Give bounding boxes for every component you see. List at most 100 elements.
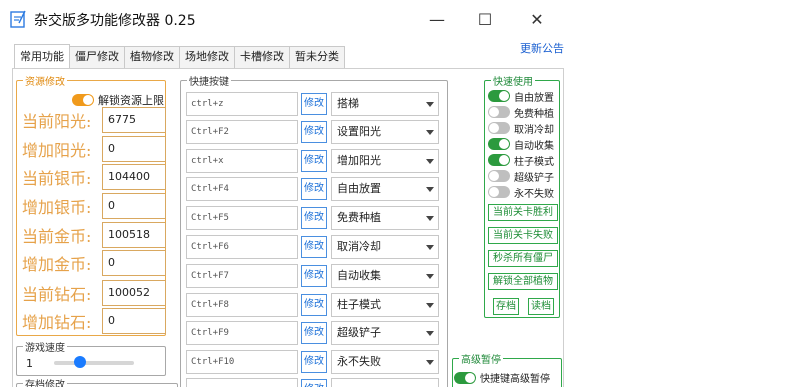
- quick-toggle-label: 永不失败: [514, 188, 554, 200]
- update-notice-link[interactable]: 更新公告: [520, 40, 564, 56]
- tab-field[interactable]: 场地修改: [179, 46, 235, 68]
- add-gold-input[interactable]: 0: [102, 250, 166, 276]
- blank-background: [568, 0, 800, 387]
- hotkey-action-value: 永不失败: [337, 355, 381, 368]
- hotkey-action-select[interactable]: 超级铲子: [331, 321, 439, 345]
- dropdown-arrow-icon: [426, 245, 434, 250]
- hotkey-modify-button[interactable]: 修改: [301, 93, 327, 115]
- hotkey-input[interactable]: Ctrl+F2: [186, 120, 298, 144]
- hotkey-modify-button[interactable]: 修改: [301, 207, 327, 229]
- super-shovel-toggle[interactable]: [488, 170, 510, 182]
- dropdown-arrow-icon: [426, 303, 434, 308]
- hotkey-action-select[interactable]: 自由放置: [331, 177, 439, 201]
- dropdown-arrow-icon: [426, 331, 434, 336]
- hotkey-modify-button[interactable]: 修改: [301, 265, 327, 287]
- resource-row: 当前钻石: 100052: [22, 280, 166, 306]
- unlock-all-plants-button[interactable]: 解锁全部植物: [488, 273, 558, 290]
- advanced-pause-control[interactable]: 快捷键高级暂停: [454, 370, 550, 385]
- current-sun-label: 当前阳光:: [22, 112, 92, 131]
- hotkey-input[interactable]: Ctrl+F8: [186, 293, 298, 317]
- advanced-pause-toggle[interactable]: [454, 371, 476, 384]
- hotkey-modify-button[interactable]: 修改: [301, 322, 327, 344]
- quick-toggle-row[interactable]: 取消冷却: [488, 122, 554, 136]
- save-game-button[interactable]: 存档: [493, 298, 519, 315]
- hotkey-row: Ctrl+F10 修改 永不失败: [186, 350, 439, 374]
- no-cooldown-toggle[interactable]: [488, 122, 510, 134]
- hotkey-action-value: 超级铲子: [337, 326, 381, 339]
- tab-zombie[interactable]: 僵尸修改: [69, 46, 125, 68]
- hotkey-modify-button[interactable]: 修改: [301, 379, 327, 387]
- current-silver-input[interactable]: 104400: [102, 164, 166, 190]
- hotkey-input[interactable]: [186, 378, 298, 387]
- quick-toggle-row[interactable]: 自动收集: [488, 138, 554, 152]
- hotkey-input[interactable]: Ctrl+F4: [186, 177, 298, 201]
- tab-common[interactable]: 常用功能: [14, 44, 70, 68]
- close-button[interactable]: ✕: [522, 6, 552, 32]
- quick-toggle-label: 柱子模式: [514, 156, 554, 168]
- free-place-toggle[interactable]: [488, 90, 510, 102]
- hotkey-action-select[interactable]: 搭梯: [331, 92, 439, 116]
- quick-toggle-row[interactable]: 柱子模式: [488, 154, 554, 168]
- add-silver-input[interactable]: 0: [102, 193, 166, 219]
- unlock-limit-toggle[interactable]: [72, 94, 94, 106]
- tab-card-slot[interactable]: 卡槽修改: [234, 46, 290, 68]
- hotkey-modify-button[interactable]: 修改: [301, 150, 327, 172]
- kill-all-zombies-button[interactable]: 秒杀所有僵尸: [488, 250, 558, 267]
- minimize-button[interactable]: —: [422, 6, 452, 32]
- game-speed-slider-track[interactable]: [54, 361, 134, 365]
- tab-bar: 常用功能 僵尸修改 植物修改 场地修改 卡槽修改 暂未分类: [14, 44, 345, 68]
- hotkey-input[interactable]: ctrl+x: [186, 149, 298, 173]
- quick-toggle-row[interactable]: 自由放置: [488, 90, 554, 104]
- auto-collect-toggle[interactable]: [488, 138, 510, 150]
- quick-toggle-row[interactable]: 超级铲子: [488, 170, 554, 184]
- hotkey-input[interactable]: Ctrl+F9: [186, 321, 298, 345]
- hotkey-action-value: 柱子模式: [337, 298, 381, 311]
- current-diamond-input[interactable]: 100052: [102, 280, 166, 306]
- quick-use-title: 快速使用: [491, 73, 535, 88]
- lose-level-button[interactable]: 当前关卡失败: [488, 227, 558, 244]
- add-sun-input[interactable]: 0: [102, 136, 166, 162]
- hotkey-modify-button[interactable]: 修改: [301, 294, 327, 316]
- current-gold-input[interactable]: 100518: [102, 222, 166, 248]
- pillar-mode-toggle[interactable]: [488, 154, 510, 166]
- dropdown-arrow-icon: [426, 159, 434, 164]
- hotkey-action-select[interactable]: [331, 378, 439, 387]
- hotkey-input[interactable]: Ctrl+F5: [186, 206, 298, 230]
- never-fail-toggle[interactable]: [488, 186, 510, 198]
- free-plant-toggle[interactable]: [488, 106, 510, 118]
- hotkey-action-value: 增加阳光: [337, 154, 381, 167]
- quick-toggle-label: 自由放置: [514, 92, 554, 104]
- hotkey-input[interactable]: ctrl+z: [186, 92, 298, 116]
- add-diamond-input[interactable]: 0: [102, 308, 166, 334]
- hotkey-action-value: 自动收集: [337, 269, 381, 282]
- hotkey-modify-button[interactable]: 修改: [301, 178, 327, 200]
- hotkey-input[interactable]: Ctrl+F10: [186, 350, 298, 374]
- hotkey-modify-button[interactable]: 修改: [301, 351, 327, 373]
- load-game-button[interactable]: 读档: [528, 298, 554, 315]
- hotkey-action-select[interactable]: 柱子模式: [331, 293, 439, 317]
- maximize-button[interactable]: ☐: [470, 6, 500, 32]
- hotkey-action-select[interactable]: 永不失败: [331, 350, 439, 374]
- quick-toggle-row[interactable]: 免费种植: [488, 106, 554, 120]
- resource-row: 当前银币: 104400: [22, 164, 166, 190]
- hotkey-input[interactable]: Ctrl+F6: [186, 235, 298, 259]
- game-speed-slider-handle[interactable]: [74, 356, 86, 368]
- quick-toggle-label: 超级铲子: [514, 172, 554, 184]
- hotkey-action-select[interactable]: 自动收集: [331, 264, 439, 288]
- quick-toggle-row[interactable]: 永不失败: [488, 186, 554, 200]
- hotkey-modify-button[interactable]: 修改: [301, 236, 327, 258]
- hotkey-modify-button[interactable]: 修改: [301, 121, 327, 143]
- hotkey-action-select[interactable]: 增加阳光: [331, 149, 439, 173]
- hotkey-action-select[interactable]: 免费种植: [331, 206, 439, 230]
- hotkey-input[interactable]: Ctrl+F7: [186, 264, 298, 288]
- hotkey-action-select[interactable]: 取消冷却: [331, 235, 439, 259]
- tab-unclassified[interactable]: 暂未分类: [289, 46, 345, 68]
- unlock-limit-control[interactable]: 解锁资源上限: [72, 92, 164, 108]
- modifier-window: 杂交版多功能修改器 0.25 — ☐ ✕ 更新公告 常用功能 僵尸修改 植物修改…: [0, 0, 568, 387]
- current-diamond-label: 当前钻石:: [22, 285, 92, 304]
- unlock-limit-label: 解锁资源上限: [98, 94, 164, 107]
- tab-plant[interactable]: 植物修改: [124, 46, 180, 68]
- current-sun-input[interactable]: 6775: [102, 107, 166, 133]
- win-level-button[interactable]: 当前关卡胜利: [488, 204, 558, 221]
- hotkey-action-select[interactable]: 设置阳光: [331, 120, 439, 144]
